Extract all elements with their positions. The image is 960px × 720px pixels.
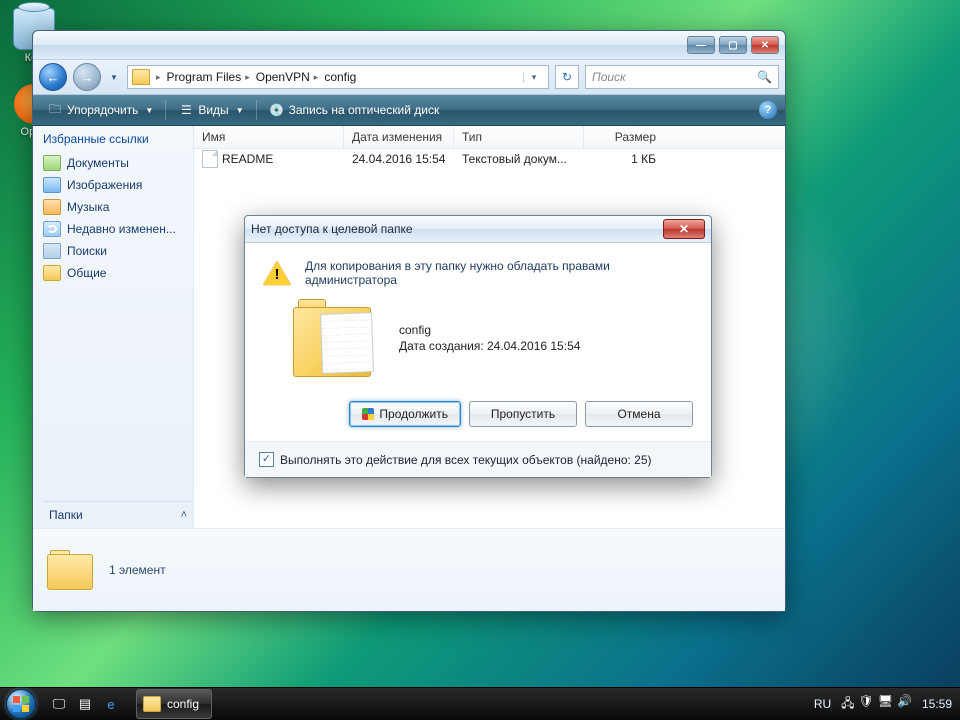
tray-monitor-icon[interactable]: 🖥 (878, 694, 893, 715)
search-placeholder: Поиск (592, 70, 626, 84)
taskbar: 🖵 ▤ e config RU 🖧 🛡 🖥 🔊 15:59 (0, 687, 960, 720)
apply-all-label: Выполнять это действие для всех текущих … (280, 453, 652, 467)
details-pane: 1 элемент (33, 528, 785, 611)
search-input[interactable]: Поиск 🔍 (585, 65, 779, 89)
fav-link-searches[interactable]: Поиски (43, 240, 193, 262)
fav-link-public[interactable]: Общие (43, 262, 193, 284)
folders-toggle[interactable]: Папки ˄ (43, 501, 193, 528)
cancel-button[interactable]: Отмена (585, 401, 693, 427)
recent-icon (43, 221, 61, 237)
start-button[interactable] (0, 688, 42, 720)
cmd-organize[interactable]: 🗀 Упорядочить ▼ (41, 100, 159, 120)
warning-icon: ! (263, 261, 291, 287)
file-row[interactable]: README 24.04.2016 15:54 Текстовый докум.… (194, 149, 785, 169)
chevron-up-icon: ˄ (181, 509, 187, 521)
breadcrumb[interactable]: OpenVPN▸ (256, 70, 319, 84)
col-type[interactable]: Тип (454, 126, 584, 148)
search-icon: 🔍 (757, 70, 772, 84)
quick-launch: 🖵 ▤ e (42, 693, 128, 715)
skip-button[interactable]: Пропустить (469, 401, 577, 427)
breadcrumb[interactable]: Program Files▸ (167, 70, 250, 84)
folder-icon (143, 696, 161, 712)
column-headers: Имя Дата изменения Тип Размер (194, 126, 785, 149)
folder-icon (47, 550, 93, 590)
tray-network-icon[interactable]: 🖧 (841, 694, 854, 715)
fav-link-documents[interactable]: Документы (43, 152, 193, 174)
favorites-pane: Избранные ссылки Документы Изображения М… (33, 126, 194, 528)
command-bar: 🗀 Упорядочить ▼ ☰ Виды ▼ 💿 Запись на опт… (33, 95, 785, 126)
dialog-message: Для копирования в эту папку нужно облада… (305, 259, 693, 287)
address-dropdown[interactable]: ▾ (523, 72, 544, 83)
nav-forward-button[interactable]: → (73, 63, 101, 91)
ql-show-desktop[interactable]: 🖵 (48, 693, 70, 715)
col-date[interactable]: Дата изменения (344, 126, 454, 148)
pictures-icon (43, 177, 61, 193)
views-icon: ☰ (178, 102, 194, 118)
music-icon (43, 199, 61, 215)
col-size[interactable]: Размер (584, 126, 664, 148)
breadcrumb-sep[interactable]: ▸ (156, 72, 161, 83)
folder-icon (43, 265, 61, 281)
separator (165, 100, 166, 120)
clock[interactable]: 15:59 (922, 697, 952, 711)
organize-icon: 🗀 (47, 102, 63, 118)
cmd-burn[interactable]: 💿 Запись на оптический диск (263, 100, 446, 120)
chevron-down-icon: ▼ (142, 106, 153, 115)
refresh-button[interactable]: ↻ (555, 65, 579, 89)
object-date: Дата создания: 24.04.2016 15:54 (399, 339, 580, 353)
dialog-titlebar[interactable]: Нет доступа к целевой папке ✕ (245, 216, 711, 243)
tray-volume-icon[interactable]: 🔊 (897, 694, 912, 715)
text-file-icon (202, 150, 218, 168)
taskbar-task-explorer[interactable]: config (136, 689, 212, 719)
nav-back-button[interactable]: ← (39, 63, 67, 91)
chevron-down-icon: ▼ (233, 106, 244, 115)
ql-switch-windows[interactable]: ▤ (74, 693, 96, 715)
separator (256, 100, 257, 120)
nav-row: ← → ▼ ▸ Program Files▸ OpenVPN▸ config ▾… (33, 60, 785, 95)
folder-icon (132, 69, 150, 85)
access-denied-dialog: Нет доступа к целевой папке ✕ ! Для копи… (244, 215, 712, 478)
cmd-views[interactable]: ☰ Виды ▼ (172, 100, 249, 120)
lang-indicator[interactable]: RU (814, 697, 831, 711)
apply-all-row[interactable]: ✓ Выполнять это действие для всех текущи… (245, 441, 711, 477)
titlebar[interactable]: — ▢ ✕ (33, 31, 785, 60)
dialog-close-button[interactable]: ✕ (663, 219, 705, 239)
object-name: config (399, 323, 580, 337)
continue-button[interactable]: Продолжить (349, 401, 461, 427)
searches-icon (43, 243, 61, 259)
col-name[interactable]: Имя (194, 126, 344, 148)
close-button[interactable]: ✕ (751, 36, 779, 54)
nav-history-dropdown[interactable]: ▼ (107, 64, 121, 90)
favorites-header: Избранные ссылки (43, 132, 193, 146)
details-count: 1 элемент (109, 563, 166, 577)
fav-link-recent[interactable]: Недавно изменен... (43, 218, 193, 240)
minimize-button[interactable]: — (687, 36, 715, 54)
fav-link-music[interactable]: Музыка (43, 196, 193, 218)
ql-ie[interactable]: e (100, 693, 122, 715)
windows-orb-icon (6, 689, 36, 719)
documents-icon (43, 155, 61, 171)
dialog-title: Нет доступа к целевой папке (251, 222, 413, 236)
uac-shield-icon (362, 408, 374, 420)
apply-all-checkbox[interactable]: ✓ (259, 452, 274, 467)
desktop: Кор Open — ▢ ✕ ← → ▼ ▸ Program Files▸ Op… (0, 0, 960, 720)
tray-shield-icon[interactable]: 🛡 (859, 694, 874, 715)
address-bar[interactable]: ▸ Program Files▸ OpenVPN▸ config ▾ (127, 65, 549, 89)
maximize-button[interactable]: ▢ (719, 36, 747, 54)
folder-large-icon (293, 299, 385, 377)
breadcrumb[interactable]: config (324, 70, 356, 84)
help-button[interactable]: ? (759, 101, 777, 119)
burn-icon: 💿 (269, 102, 285, 118)
fav-link-pictures[interactable]: Изображения (43, 174, 193, 196)
system-tray: RU 🖧 🛡 🖥 🔊 15:59 (806, 694, 960, 715)
